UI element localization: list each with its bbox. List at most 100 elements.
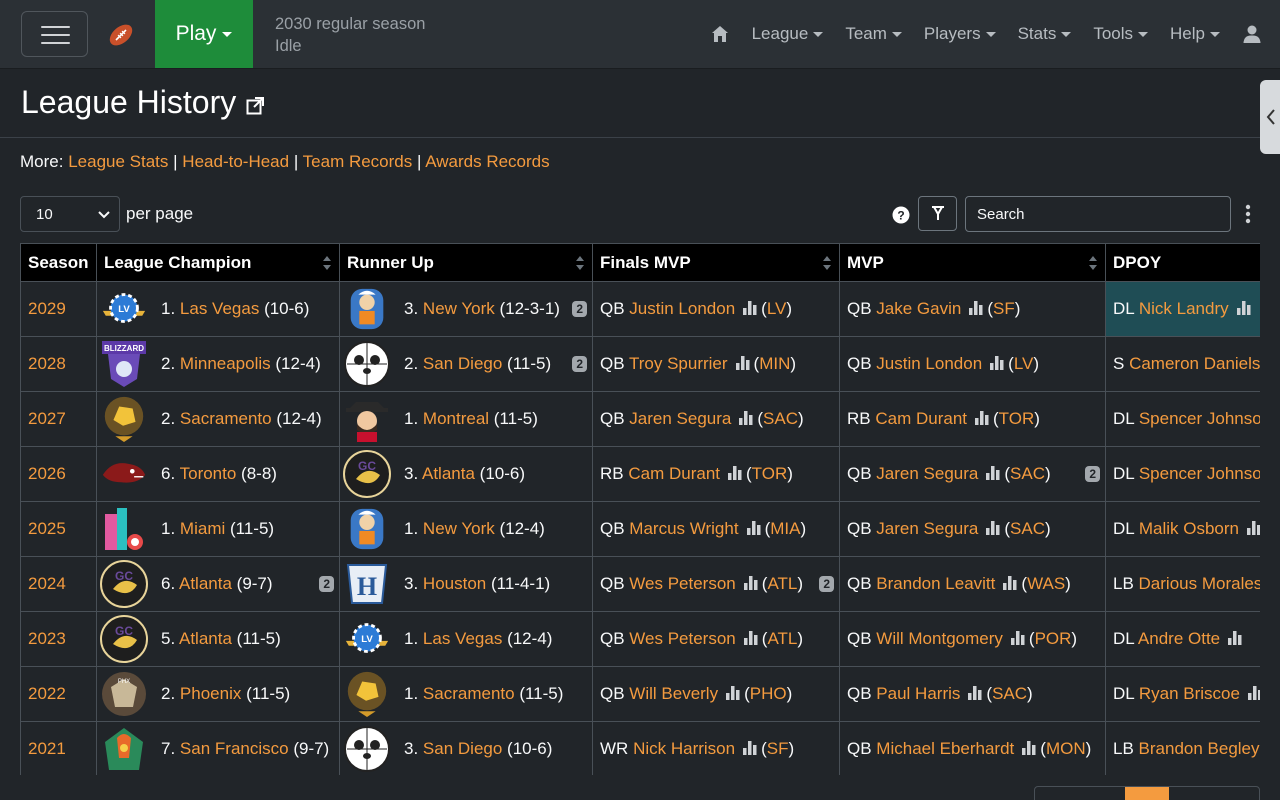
dpoy-player-link[interactable]: Brandon Begley — [1139, 739, 1260, 758]
team-logo-icon[interactable] — [341, 393, 395, 446]
column-header-mvp[interactable]: MVP — [839, 243, 1106, 282]
finals-mvp-player-link[interactable]: Jaren Segura — [629, 409, 731, 428]
column-header-league-champion[interactable]: League Champion — [96, 243, 340, 282]
team-logo-icon[interactable] — [341, 338, 395, 391]
champion-team-link[interactable]: Atlanta — [179, 574, 232, 593]
more-options-icon[interactable] — [1243, 203, 1253, 225]
bar-chart-icon[interactable] — [969, 301, 983, 315]
bar-chart-icon[interactable] — [746, 521, 761, 535]
column-header-dpoy[interactable]: DPOY — [1105, 243, 1260, 282]
bar-chart-icon[interactable] — [726, 686, 740, 700]
champion-team-link[interactable]: San Francisco — [180, 739, 289, 758]
nav-stats[interactable]: Stats — [1018, 24, 1072, 44]
bar-chart-icon[interactable] — [1010, 631, 1025, 645]
season-link[interactable]: 2022 — [28, 684, 66, 703]
finals-mvp-player-link[interactable]: Marcus Wright — [629, 519, 738, 538]
runner-up-team-link[interactable]: San Diego — [423, 354, 502, 373]
runner-up-team-link[interactable]: Atlanta — [422, 464, 475, 483]
dpoy-player-link[interactable]: Andre Otte — [1138, 629, 1220, 648]
team-logo-icon[interactable] — [98, 393, 152, 446]
head-to-head-link[interactable]: Head-to-Head — [182, 152, 289, 171]
runner-up-team-link[interactable]: Las Vegas — [423, 629, 502, 648]
filter-button[interactable] — [918, 196, 957, 231]
mvp-player-link[interactable]: Will Montgomery — [876, 629, 1003, 648]
finals-mvp-player-link[interactable]: Will Beverly — [629, 684, 718, 703]
finals-mvp-team-link[interactable]: SAC — [763, 409, 798, 428]
pagination[interactable] — [1034, 786, 1260, 800]
search-input[interactable] — [965, 196, 1231, 232]
finals-mvp-team-link[interactable]: SF — [767, 739, 789, 758]
runner-up-team-link[interactable]: New York — [423, 299, 495, 318]
champion-team-link[interactable]: Minneapolis — [180, 354, 271, 373]
dpoy-player-link[interactable]: Spencer Johnson — [1139, 464, 1260, 483]
bar-chart-icon[interactable] — [1003, 576, 1017, 590]
hamburger-menu-button[interactable] — [21, 11, 88, 57]
runner-up-team-link[interactable]: New York — [423, 519, 495, 538]
season-link[interactable]: 2023 — [28, 629, 66, 648]
mvp-team-link[interactable]: SF — [993, 299, 1015, 318]
home-icon[interactable] — [710, 24, 730, 44]
mvp-team-link[interactable]: POR — [1035, 629, 1072, 648]
mvp-player-link[interactable]: Cam Durant — [875, 409, 967, 428]
bar-chart-icon[interactable] — [739, 411, 753, 425]
finals-mvp-player-link[interactable]: Nick Harrison — [633, 739, 735, 758]
football-logo-icon[interactable] — [106, 20, 136, 50]
finals-mvp-player-link[interactable]: Wes Peterson — [629, 574, 735, 593]
mvp-player-link[interactable]: Jaren Segura — [876, 519, 978, 538]
bar-chart-icon[interactable] — [1247, 686, 1260, 700]
side-panel-toggle[interactable] — [1260, 80, 1280, 154]
bar-chart-icon[interactable] — [743, 576, 758, 590]
runner-up-team-link[interactable]: Houston — [423, 574, 486, 593]
nav-league[interactable]: League — [752, 24, 824, 44]
team-logo-icon[interactable] — [98, 448, 152, 501]
bar-chart-icon[interactable] — [968, 686, 982, 700]
finals-mvp-team-link[interactable]: PHO — [750, 684, 787, 703]
dpoy-player-link[interactable]: Nick Landry — [1139, 299, 1229, 318]
team-logo-icon[interactable] — [98, 723, 152, 776]
finals-mvp-team-link[interactable]: LV — [767, 299, 787, 318]
mvp-player-link[interactable]: Brandon Leavitt — [876, 574, 995, 593]
dpoy-player-link[interactable]: Spencer Johnson — [1139, 409, 1260, 428]
league-stats-link[interactable]: League Stats — [68, 152, 168, 171]
team-logo-icon[interactable]: LV — [341, 613, 395, 666]
bar-chart-icon[interactable] — [743, 631, 758, 645]
champion-team-link[interactable]: Miami — [180, 519, 225, 538]
bar-chart-icon[interactable] — [986, 521, 1000, 535]
nav-tools[interactable]: Tools — [1093, 24, 1149, 44]
finals-mvp-team-link[interactable]: ATL — [767, 574, 797, 593]
team-logo-icon[interactable]: H — [341, 558, 395, 611]
bar-chart-icon[interactable] — [728, 466, 742, 480]
bar-chart-icon[interactable] — [1246, 521, 1260, 535]
column-header-finals-mvp[interactable]: Finals MVP — [592, 243, 840, 282]
team-logo-icon[interactable] — [98, 503, 152, 556]
finals-mvp-team-link[interactable]: TOR — [752, 464, 788, 483]
finals-mvp-team-link[interactable]: ATL — [767, 629, 797, 648]
awards-records-link[interactable]: Awards Records — [425, 152, 549, 171]
bar-chart-icon[interactable] — [735, 356, 750, 370]
mvp-team-link[interactable]: MON — [1046, 739, 1086, 758]
team-logo-icon[interactable] — [341, 668, 395, 721]
finals-mvp-team-link[interactable]: MIN — [759, 354, 790, 373]
team-logo-icon[interactable] — [341, 503, 395, 556]
bar-chart-icon[interactable] — [1022, 741, 1036, 755]
season-link[interactable]: 2029 — [28, 299, 66, 318]
season-link[interactable]: 2026 — [28, 464, 66, 483]
team-logo-icon[interactable] — [341, 723, 395, 776]
mvp-team-link[interactable]: WAS — [1027, 574, 1065, 593]
team-logo-icon[interactable]: LV — [98, 283, 152, 336]
mvp-player-link[interactable]: Justin London — [876, 354, 982, 373]
finals-mvp-player-link[interactable]: Wes Peterson — [629, 629, 735, 648]
runner-up-team-link[interactable]: San Diego — [423, 739, 502, 758]
team-records-link[interactable]: Team Records — [303, 152, 413, 171]
per-page-select[interactable]: 10 — [20, 196, 120, 232]
dpoy-player-link[interactable]: Darious Morales — [1139, 574, 1260, 593]
team-logo-icon[interactable]: GC — [341, 448, 395, 501]
play-menu-button[interactable]: Play — [155, 0, 253, 68]
champion-team-link[interactable]: Las Vegas — [180, 299, 259, 318]
bar-chart-icon[interactable] — [743, 301, 757, 315]
season-link[interactable]: 2024 — [28, 574, 66, 593]
mvp-player-link[interactable]: Paul Harris — [876, 684, 960, 703]
team-logo-icon[interactable]: GC — [98, 558, 152, 611]
nav-team[interactable]: Team — [845, 24, 902, 44]
dpoy-player-link[interactable]: Cameron Daniels — [1129, 354, 1260, 373]
